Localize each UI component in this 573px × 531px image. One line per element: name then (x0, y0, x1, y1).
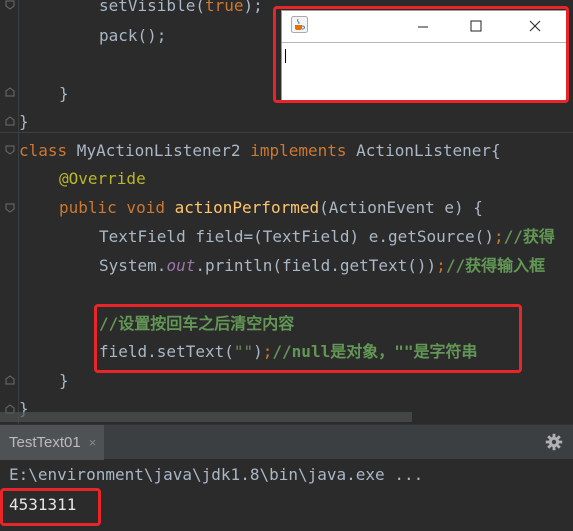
fold-icon[interactable] (5, 116, 15, 126)
run-tab-label: TestText01 (9, 434, 81, 451)
run-tab[interactable]: TestText01 × (0, 425, 105, 460)
fold-icon[interactable] (5, 0, 15, 10)
gear-icon[interactable] (545, 433, 563, 451)
fold-icon[interactable] (5, 203, 15, 213)
run-toolbar: TestText01 × (0, 424, 573, 460)
horizontal-scrollbar[interactable] (0, 412, 412, 422)
code-highlight-box (94, 304, 522, 373)
window-highlight-box (273, 6, 569, 103)
fold-icon[interactable] (5, 375, 15, 385)
code-line-class-decl[interactable]: class MyActionListener2 implements Actio… (19, 141, 501, 161)
run-command-line: E:\environment\java\jdk1.8\bin\java.exe … (9, 465, 424, 484)
fold-icon[interactable] (5, 87, 15, 97)
code-line-method-close[interactable]: } (59, 371, 69, 391)
code-line-class-close[interactable]: } (19, 112, 29, 132)
code-line-override[interactable]: @Override (59, 169, 146, 189)
code-line-get-source[interactable]: TextField field=(TextField) e.getSource(… (99, 227, 555, 247)
output-highlight-box (0, 488, 101, 526)
tab-close-icon[interactable]: × (89, 425, 97, 460)
code-line-pack[interactable]: pack(); (99, 26, 166, 46)
fold-icon[interactable] (5, 145, 15, 155)
code-line-setvisible[interactable]: setVisible(true); (99, 0, 263, 16)
code-line-close-brace[interactable]: } (59, 84, 69, 104)
gutter-divider (18, 0, 19, 424)
code-line-method-decl[interactable]: public void actionPerformed(ActionEvent … (59, 198, 483, 218)
method-separator (0, 132, 573, 133)
code-line-println[interactable]: System.out.println(field.getText());//获得… (99, 256, 545, 276)
